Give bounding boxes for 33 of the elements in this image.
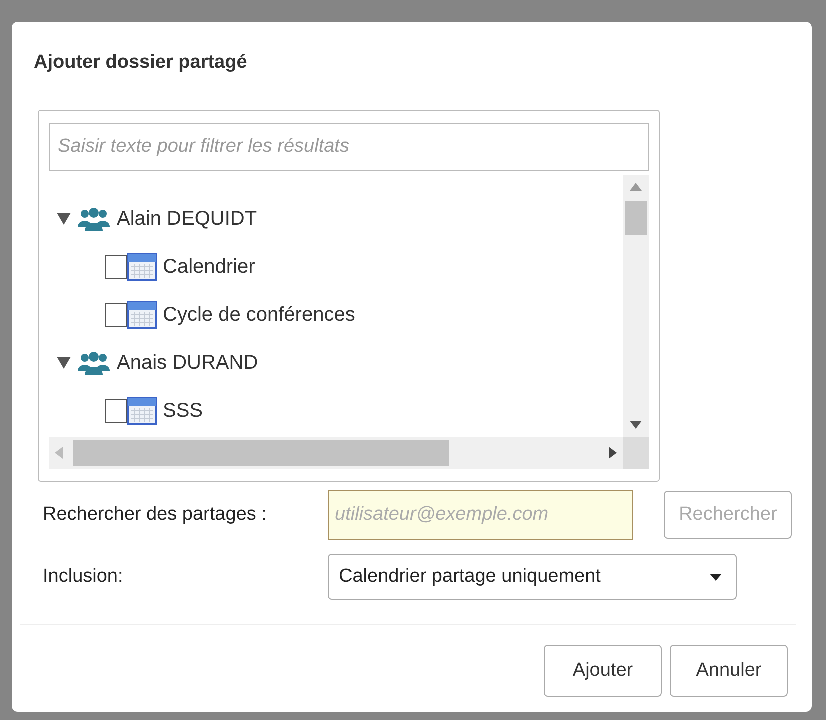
expand-icon[interactable] <box>57 357 71 369</box>
right-arrow-icon[interactable] <box>609 447 617 459</box>
scrollbar-thumb[interactable] <box>73 440 449 466</box>
checkbox[interactable] <box>105 303 127 327</box>
calendar-icon <box>127 253 157 281</box>
email-field[interactable]: utilisateur@exemple.com <box>328 490 633 540</box>
checkbox[interactable] <box>105 255 127 279</box>
people-icon <box>77 207 111 231</box>
calendar-icon <box>127 397 157 425</box>
search-label: Rechercher des partages : <box>43 504 268 526</box>
scrollbar-corner <box>623 437 649 469</box>
scrollbar-thumb[interactable] <box>625 201 647 235</box>
group-label: Alain DEQUIDT <box>117 208 258 230</box>
checkbox[interactable] <box>105 399 127 423</box>
group-label: Anais DURAND <box>117 352 258 374</box>
dialog-button[interactable]: Ajouter <box>544 645 662 697</box>
filter-field[interactable]: Saisir texte pour filtrer les résultats <box>49 123 649 171</box>
calendar-label[interactable]: Calendrier <box>163 256 256 278</box>
calendar-label[interactable]: SSS <box>163 400 204 422</box>
dialog-title: Ajouter dossier partagé <box>34 52 248 74</box>
calendar-icon <box>127 301 157 329</box>
expand-icon[interactable] <box>57 213 71 225</box>
down-arrow-icon[interactable] <box>630 421 642 429</box>
tree-group[interactable]: Anais DURAND <box>49 339 623 387</box>
inclusion-label: Inclusion: <box>43 566 124 588</box>
dialog-button[interactable]: Annuler <box>670 645 788 697</box>
horizontal-scrollbar[interactable] <box>49 437 623 469</box>
inclusion-dropdown[interactable]: Calendrier partage uniquement <box>328 554 737 600</box>
tree-group[interactable]: Alain DEQUIDT <box>49 195 623 243</box>
people-icon <box>77 351 111 375</box>
caret-icon <box>710 574 722 580</box>
calendar-label[interactable]: Cycle de conférences <box>163 304 356 326</box>
vertical-scrollbar[interactable] <box>623 175 649 437</box>
